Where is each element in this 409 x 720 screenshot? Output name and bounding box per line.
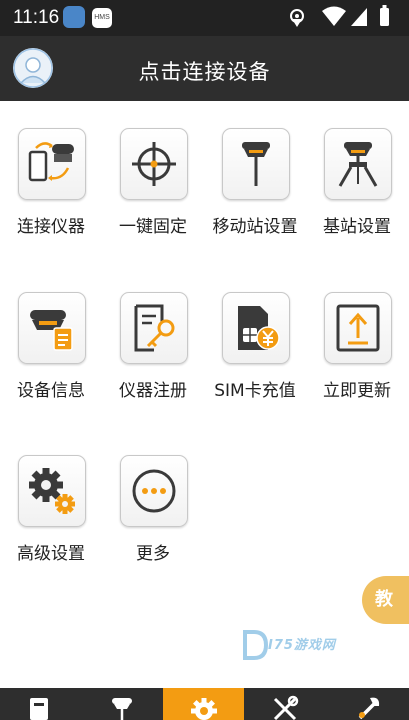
location-icon [290,9,304,27]
more-tile[interactable]: 更多 [102,428,204,568]
battery-icon [380,5,389,26]
device-info-icon [30,310,73,351]
page-title: 点击连接设备 [138,60,271,84]
one-key-fix-tile[interactable]: 一键固定 [102,101,204,241]
tile-label: 基站设置 [323,217,391,237]
nav-rover[interactable] [81,688,162,720]
tile-label: 一键固定 [119,217,187,237]
connect-device-tile[interactable]: 连接仪器 [0,101,102,241]
update-now-tile[interactable]: 立即更新 [306,265,408,405]
tile-icon-box [18,128,86,200]
nav-wrench[interactable] [326,688,407,720]
tile-label: 移动站设置 [212,217,298,237]
tile-label: 连接仪器 [17,217,85,237]
rover-nav-icon [112,698,132,720]
tile-icon-box [324,128,392,200]
connect-device-icon [28,142,74,182]
nav-settings[interactable] [163,688,244,720]
settings-gear-nav-icon [191,698,217,720]
device-nav-icon [30,698,48,720]
tile-label: 立即更新 [323,381,391,401]
tile-label: 设备信息 [17,381,85,401]
nav-device[interactable] [0,688,81,720]
tile-icon-box [120,128,188,200]
tutorial-side-tab[interactable]: 教 [362,576,409,624]
tile-label: 仪器注册 [119,381,187,401]
tile-icon-box [120,292,188,364]
tools-nav-icon [273,695,299,720]
tile-icon-box [222,292,290,364]
base-station-settings-tile[interactable]: 基站设置 [306,101,408,241]
signal-icon [351,8,367,26]
app-notification-icon [63,6,85,28]
tile-label: SIM卡充值 [214,381,296,401]
rover-settings-tile[interactable]: 移动站设置 [204,101,306,241]
status-time: 11:16 [13,7,60,28]
tile-label: 更多 [136,544,170,564]
base-station-tripod-icon [338,142,378,187]
tile-label: 高级设置 [17,544,85,564]
crosshair-target-icon [132,142,176,186]
advanced-gears-icon [29,468,75,514]
tile-icon-box [324,292,392,364]
sim-recharge-tile[interactable]: SIM卡充值 [204,265,306,405]
status-bar: 11:16 HMS [0,0,409,36]
advanced-settings-tile[interactable]: 高级设置 [0,428,102,568]
sim-card-recharge-icon [238,306,280,350]
status-indicators [290,5,389,27]
hms-notification-icon: HMS [92,8,112,28]
tile-icon-box [120,455,188,527]
more-dots-icon [132,469,176,513]
watermark-d-icon [243,630,269,660]
tile-icon-box [18,292,86,364]
device-info-tile[interactable]: 设备信息 [0,265,102,405]
tile-icon-box [222,128,290,200]
register-key-icon [134,304,175,352]
wifi-icon [322,6,346,26]
watermark-text: I75游戏网 [268,638,336,653]
rover-antenna-icon [242,142,270,186]
bottom-nav [0,688,409,720]
watermark-logo: I75游戏网 [242,628,372,664]
device-register-tile[interactable]: 仪器注册 [102,265,204,405]
tile-icon-box [18,455,86,527]
update-upload-icon [336,304,380,352]
wrench-nav-icon [358,697,380,720]
nav-tools[interactable] [244,688,325,720]
